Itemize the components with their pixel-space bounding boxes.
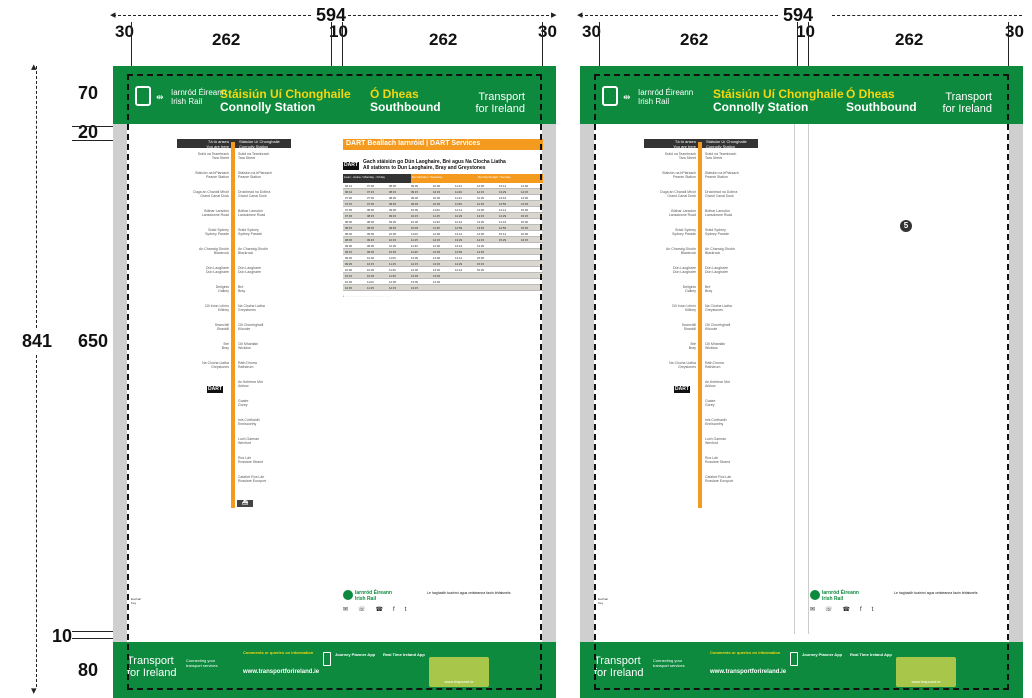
width-dash-right-a <box>580 15 778 16</box>
guide-line <box>599 22 600 68</box>
safe-area-outline <box>594 74 1009 690</box>
dim-gap-10: 10 <box>52 626 73 646</box>
arrow-left-icon: ◂ <box>577 9 583 21</box>
guide-line <box>797 22 798 68</box>
poster-right: ⇹ Iarnród Éireann Irish Rail Stáisiún Uí… <box>580 66 1023 698</box>
arrow-left-icon: ◂ <box>110 9 116 21</box>
dim-column-b: 262 <box>429 30 458 49</box>
arrow-down-icon: ▾ <box>31 685 37 697</box>
arrow-right-icon: ▸ <box>551 9 557 21</box>
dim-header-height: 70 <box>78 83 99 103</box>
safe-area-outline <box>127 74 542 690</box>
guide-line <box>342 22 343 68</box>
margin-strip-right <box>542 66 556 698</box>
dim-margin-right: 30 <box>538 22 557 41</box>
width-dash-right-b <box>832 15 1022 16</box>
guide-line <box>131 22 132 68</box>
guide-line <box>331 22 332 68</box>
dim-footer-height: 80 <box>78 660 99 680</box>
height-dash-top <box>36 66 37 328</box>
guide-line <box>808 22 809 68</box>
dim-gutter: 10 <box>796 22 815 41</box>
dim-body-height: 650 <box>78 331 109 351</box>
width-dash-left-b <box>348 15 554 16</box>
margin-strip-left <box>113 66 127 698</box>
dim-column-b: 262 <box>895 30 924 49</box>
guide-line <box>542 22 543 68</box>
margin-strip-right <box>1009 66 1023 698</box>
height-dash-bottom <box>36 355 37 687</box>
arrow-up-icon: ▴ <box>31 61 37 73</box>
guide-line <box>1008 22 1009 68</box>
poster-left: ⇹ Iarnród Éireann Irish Rail Stáisiún Uí… <box>113 66 556 698</box>
dim-column-a: 262 <box>212 30 241 49</box>
dim-column-a: 262 <box>680 30 709 49</box>
margin-strip-left <box>580 66 594 698</box>
dim-total-height: 841 <box>22 331 53 351</box>
width-dash-left-a <box>113 15 311 16</box>
